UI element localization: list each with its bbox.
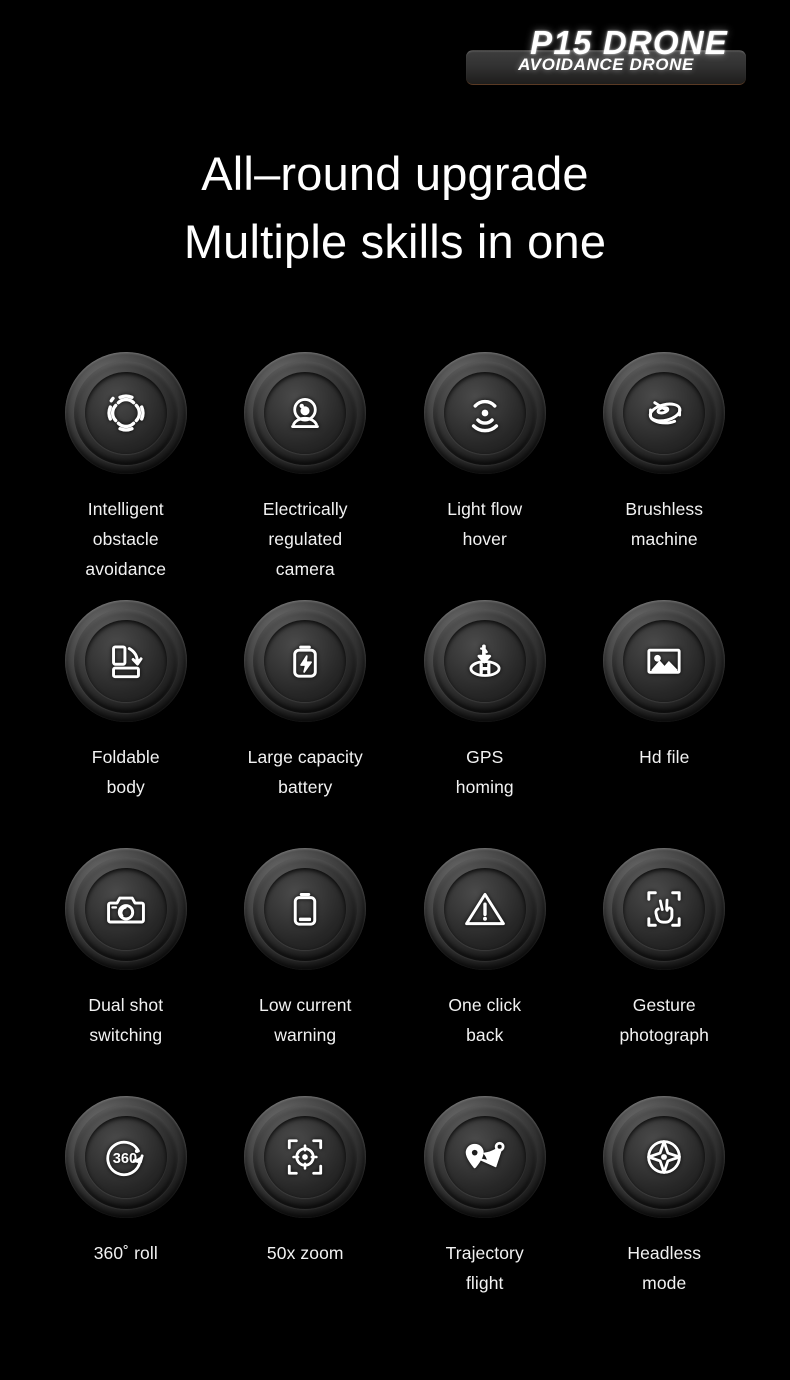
svg-text:360: 360 (112, 1151, 136, 1167)
feature-label: Large capacity battery (247, 747, 363, 797)
feature-knob[interactable] (423, 352, 546, 474)
feature-item[interactable]: Large capacity battery (216, 600, 396, 848)
feature-label: Intelligent obstacle avoidance (85, 499, 167, 579)
feature-knob[interactable] (64, 352, 187, 474)
brand-subtitle: AVOIDANCE DRONE (518, 55, 694, 74)
gps-homing-icon (459, 635, 511, 687)
feature-label: GPS homing (455, 747, 514, 797)
camera-icon (100, 883, 152, 935)
feature-label: Trajectory flight (445, 1243, 524, 1293)
low-battery-icon (279, 883, 331, 935)
feature-item[interactable]: Hd file (575, 600, 755, 848)
feature-item[interactable]: Electrically regulated camera (216, 352, 396, 600)
360-roll-icon: 360 (100, 1131, 152, 1183)
feature-label: One click back (448, 995, 522, 1045)
feature-item[interactable]: Trajectory flight (395, 1096, 575, 1344)
foldable-body-icon (100, 635, 152, 687)
feature-grid: Intelligent obstacle avoidance Electrica… (36, 352, 754, 1344)
battery-charge-icon (279, 635, 331, 687)
optical-flow-icon (459, 387, 511, 439)
feature-item[interactable]: Low current warning (216, 848, 396, 1096)
feature-item[interactable]: Headless mode (575, 1096, 755, 1344)
headline-line-2: Multiple skills in one (183, 215, 607, 268)
obstacle-avoidance-icon (100, 387, 152, 439)
feature-label: 50x zoom (266, 1243, 344, 1263)
feature-item[interactable]: Dual shot switching (36, 848, 216, 1096)
feature-knob[interactable] (64, 848, 187, 970)
page-headings: All–round upgrade Multiple skills in one (0, 140, 790, 276)
feature-item[interactable]: One click back (395, 848, 575, 1096)
feature-knob[interactable] (244, 600, 367, 722)
feature-knob[interactable] (244, 848, 367, 970)
hd-image-icon (638, 635, 690, 687)
feature-knob[interactable] (64, 600, 187, 722)
feature-label: Foldable body (91, 747, 160, 797)
brushless-motor-icon (638, 387, 690, 439)
feature-label: Gesture photograph (619, 995, 710, 1045)
feature-label: Headless mode (627, 1243, 702, 1293)
feature-label: Light flow hover (447, 499, 523, 549)
feature-label: Brushless machine (625, 499, 704, 549)
zoom-target-icon (279, 1131, 331, 1183)
headless-compass-icon (638, 1131, 690, 1183)
feature-label: 360˚ roll (93, 1243, 158, 1263)
feature-knob[interactable] (423, 600, 546, 722)
gesture-hand-icon (638, 883, 690, 935)
feature-knob[interactable] (603, 352, 726, 474)
feature-item[interactable]: GPS homing (395, 600, 575, 848)
feature-label: Dual shot switching (88, 995, 164, 1045)
gimbal-camera-icon (279, 387, 331, 439)
feature-knob[interactable] (244, 352, 367, 474)
feature-knob[interactable] (603, 848, 726, 970)
feature-item[interactable]: Intelligent obstacle avoidance (36, 352, 216, 600)
feature-label: Low current warning (258, 995, 352, 1045)
feature-item[interactable]: 360 360˚ roll (36, 1096, 216, 1344)
brand-banner: P15 DRONE AVOIDANCE DRONE (0, 0, 790, 112)
warning-triangle-icon (459, 883, 511, 935)
feature-item[interactable]: Gesture photograph (575, 848, 755, 1096)
trajectory-route-icon (459, 1131, 511, 1183)
feature-knob[interactable] (423, 848, 546, 970)
feature-item[interactable]: Brushless machine (575, 352, 755, 600)
feature-label: Hd file (639, 747, 690, 767)
feature-item[interactable]: Light flow hover (395, 352, 575, 600)
feature-item[interactable]: Foldable body (36, 600, 216, 848)
feature-label: Electrically regulated camera (262, 499, 348, 579)
feature-knob[interactable] (603, 1096, 726, 1218)
feature-knob[interactable] (603, 600, 726, 722)
feature-knob[interactable]: 360 (64, 1096, 187, 1218)
feature-item[interactable]: 50x zoom (216, 1096, 396, 1344)
headline-line-1: All–round upgrade (201, 147, 589, 200)
feature-knob[interactable] (423, 1096, 546, 1218)
feature-knob[interactable] (244, 1096, 367, 1218)
